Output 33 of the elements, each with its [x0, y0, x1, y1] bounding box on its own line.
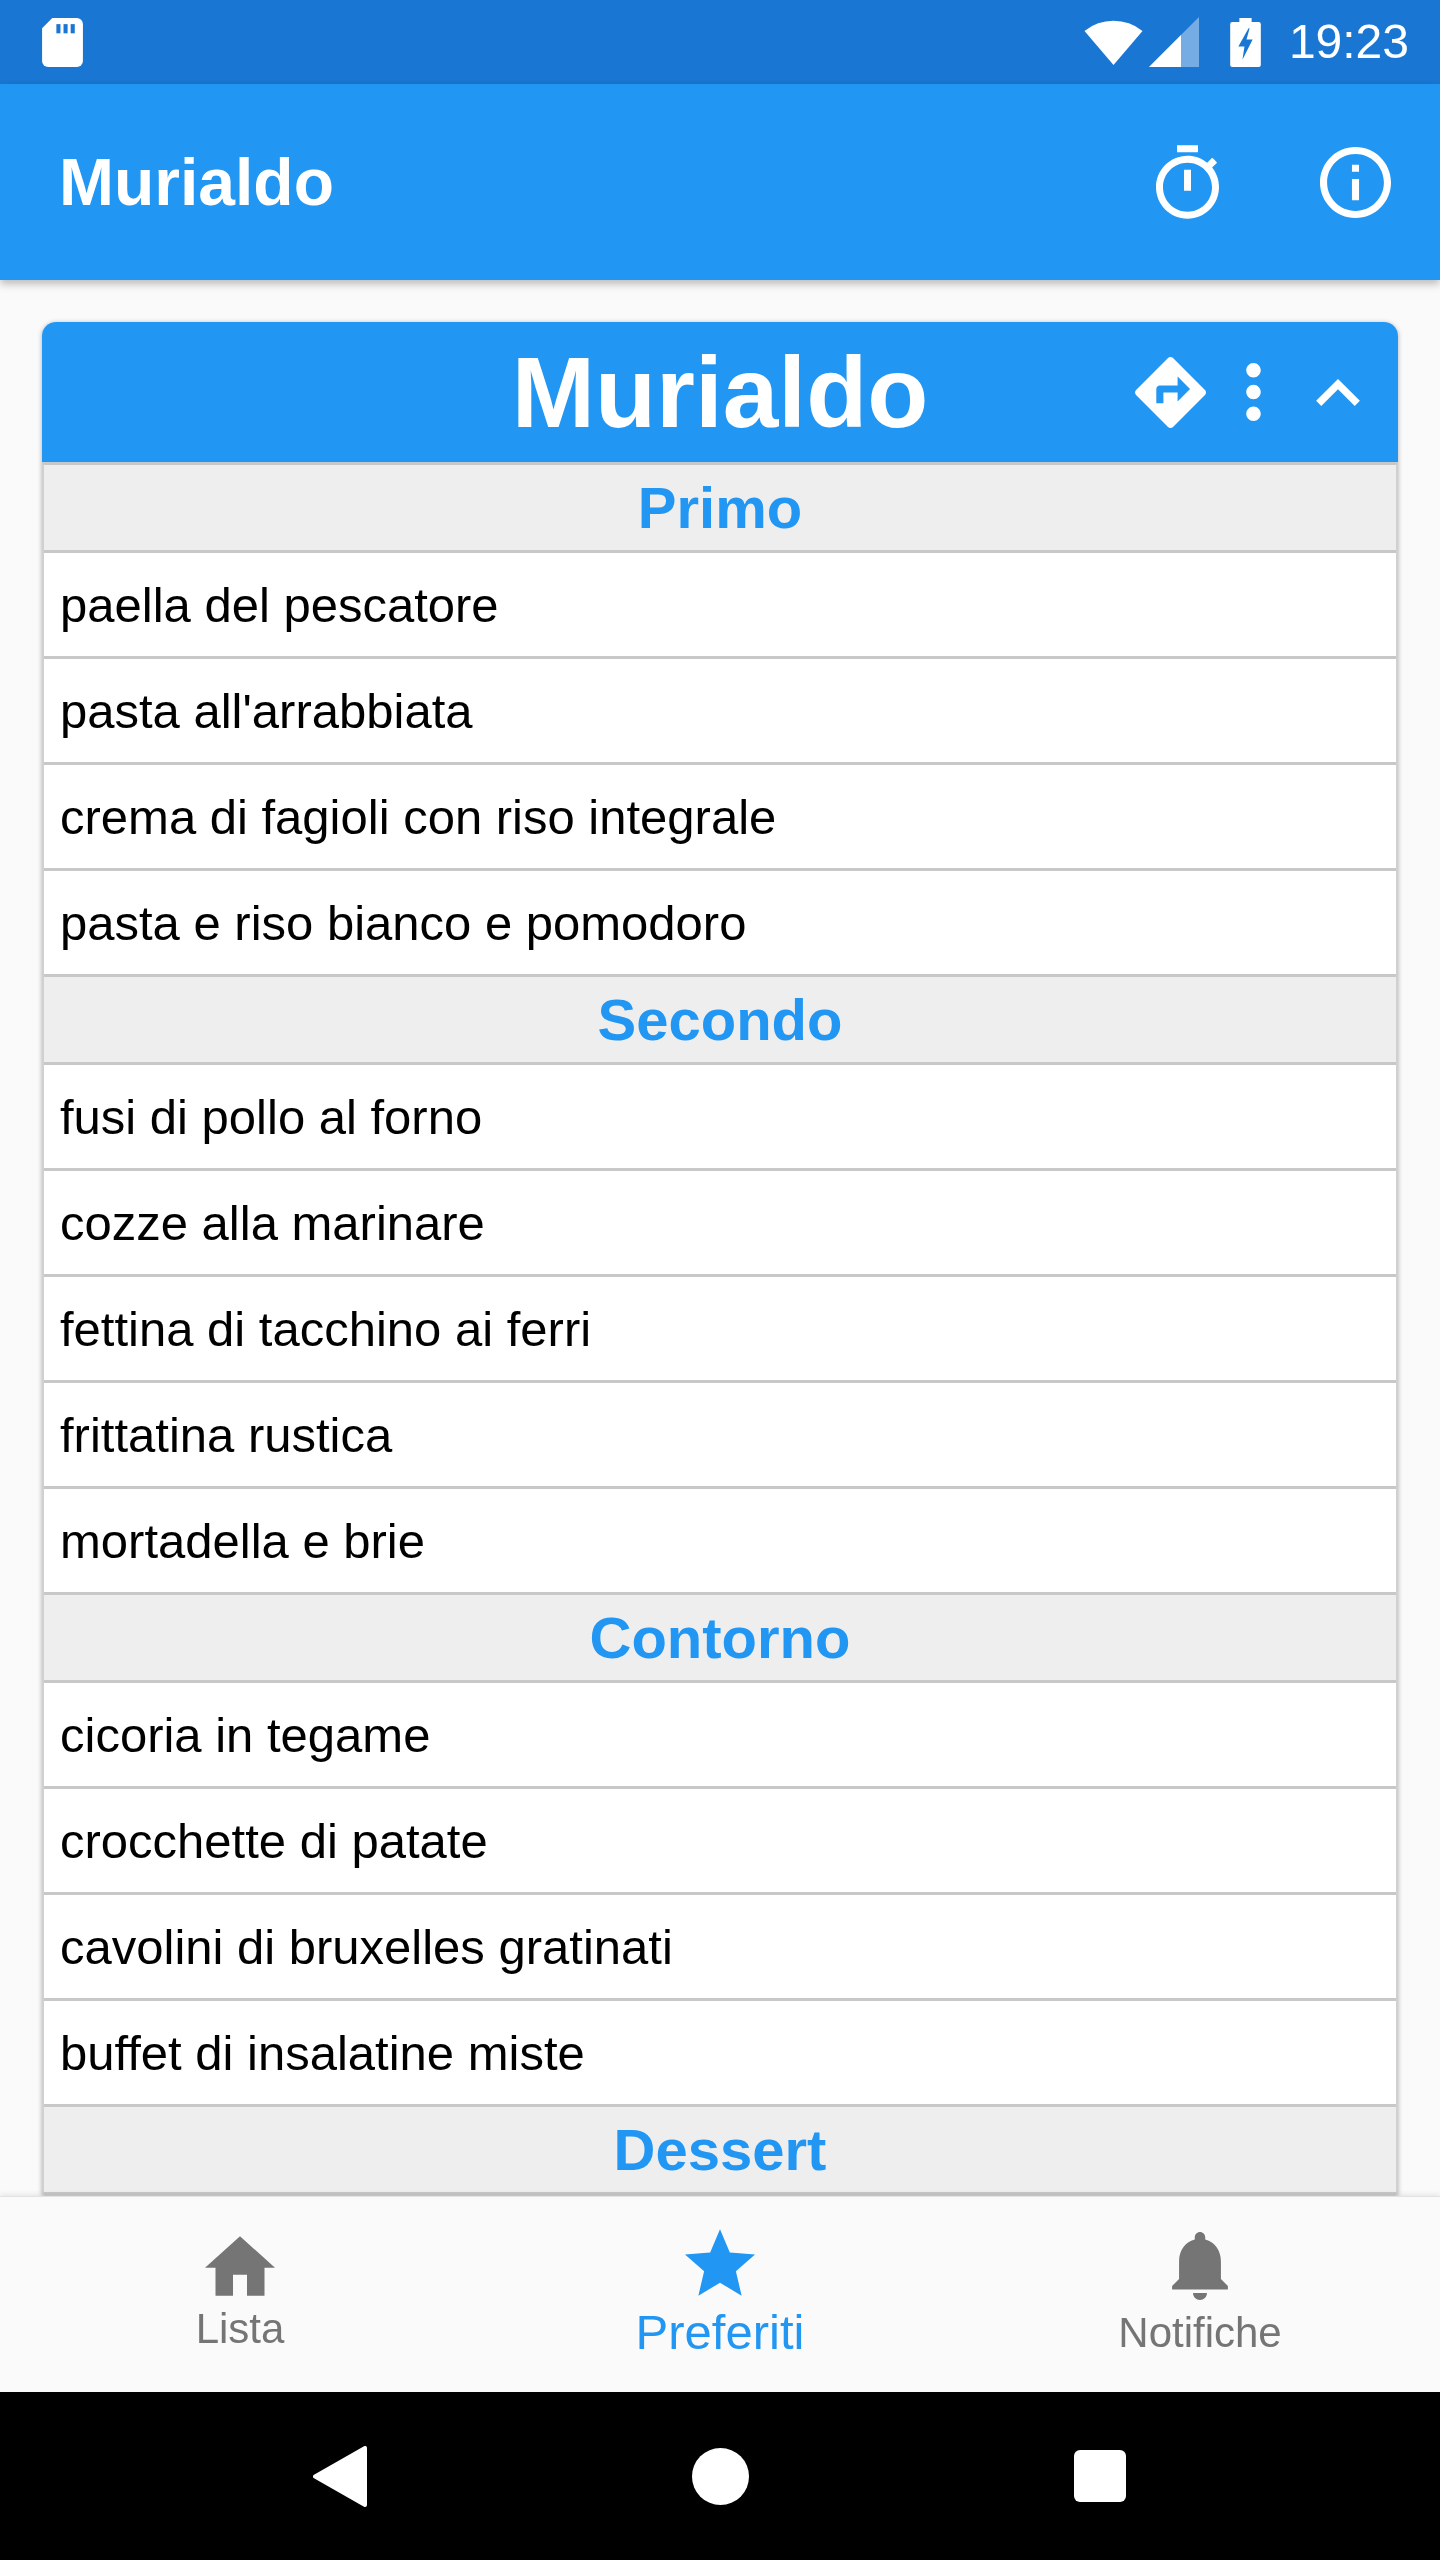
dish-row: cavolini di bruxelles gratinati [44, 1895, 1396, 2001]
card-title: Murialdo [511, 342, 929, 442]
bell-icon [1172, 2232, 1228, 2301]
chevron-up-icon[interactable] [1316, 378, 1360, 406]
section-header: Contorno [44, 1595, 1396, 1683]
info-icon[interactable] [1320, 146, 1391, 218]
bottom-nav-tab[interactable]: Preferiti [635, 2229, 805, 2360]
battery-charging-icon [1229, 17, 1261, 67]
dish-row: crocchette di patate [44, 1789, 1396, 1895]
dish-row: pasta all'arrabbiata [44, 659, 1396, 765]
section-header: Secondo [44, 977, 1396, 1065]
home-icon [205, 2236, 275, 2297]
sd-card-icon [42, 17, 83, 67]
bottom-nav-tab[interactable]: Lista [195, 2236, 285, 2353]
wifi-icon [1082, 19, 1144, 65]
dish-row: frittatina rustica [44, 1383, 1396, 1489]
dish-row: crema di fagioli con riso integrale [44, 765, 1396, 871]
stopwatch-icon[interactable] [1156, 145, 1219, 219]
dish-row: cozze alla marinare [44, 1171, 1396, 1277]
app-title: Murialdo [59, 149, 334, 215]
dish-row: fettina di tacchino ai ferri [44, 1277, 1396, 1383]
star-icon [685, 2229, 755, 2297]
status-time: 19:23 [1288, 18, 1409, 66]
bottom-nav-tab[interactable]: Notifiche [1118, 2232, 1282, 2357]
directions-icon[interactable] [1135, 356, 1206, 428]
dish-row: paella del pescatore [44, 553, 1396, 659]
dish-row: cicoria in tegame [44, 1683, 1396, 1789]
section-header: Primo [44, 465, 1396, 553]
section-header: Dessert [44, 2107, 1396, 2195]
signal-icon [1148, 17, 1199, 67]
back-icon[interactable] [313, 2445, 367, 2507]
dish-row: fusi di pollo al forno [44, 1065, 1396, 1171]
more-options-icon[interactable] [1246, 363, 1261, 421]
